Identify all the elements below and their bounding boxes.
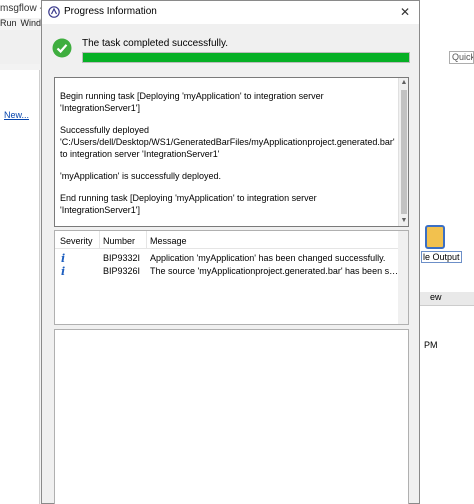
messages-scrollbar[interactable] — [398, 231, 408, 324]
column-divider — [146, 231, 147, 249]
log-gap — [60, 114, 395, 124]
ide-left-panel: New... — [0, 70, 40, 504]
scroll-up-icon[interactable]: ▲ — [400, 78, 408, 88]
details-pane — [54, 329, 409, 504]
dialog-titlebar: Progress Information ✕ — [42, 1, 419, 24]
log-textarea[interactable]: Begin running task [Deploying 'myApplica… — [54, 77, 409, 227]
app-icon — [48, 6, 60, 18]
scroll-down-icon[interactable]: ▼ — [400, 216, 408, 226]
output-button[interactable]: le Output — [421, 225, 473, 265]
status-text: The task completed successfully. — [82, 38, 228, 49]
log-line: 'myApplication' is successfully deployed… — [60, 171, 222, 181]
column-severity[interactable]: Severity — [60, 236, 93, 246]
log-gap — [60, 182, 395, 192]
close-icon[interactable]: ✕ — [395, 3, 415, 21]
progress-dialog: Progress Information ✕ The task complete… — [41, 0, 420, 504]
progress-fill — [83, 53, 409, 62]
time-fragment: PM — [424, 340, 438, 350]
output-icon — [425, 225, 445, 249]
log-scrollbar[interactable]: ▲ ▼ — [398, 78, 408, 226]
log-line: Successfully deployed 'C:/Users/dell/Des… — [60, 125, 398, 159]
view-tab[interactable]: ew — [420, 292, 474, 306]
ide-left-toolbar — [0, 30, 40, 64]
info-icon: i — [61, 265, 66, 278]
output-button-label: le Output — [421, 251, 462, 263]
log-content: Begin running task [Deploying 'myApplica… — [55, 78, 399, 226]
table-row[interactable]: i BIP9332I Application 'myApplication' h… — [55, 252, 400, 266]
check-icon — [52, 38, 72, 58]
quick-access-input[interactable]: Quick — [449, 51, 474, 64]
dialog-title: Progress Information — [64, 6, 157, 17]
messages-table: Severity Number Message i BIP9332I Appli… — [54, 230, 409, 325]
info-icon: i — [61, 252, 66, 265]
message-text: Application 'myApplication' has been cha… — [150, 253, 386, 263]
log-line: Begin running task [Deploying 'myApplica… — [60, 91, 327, 113]
message-text: The source 'myApplicationproject.generat… — [150, 266, 399, 276]
status-area: The task completed successfully. — [42, 24, 419, 76]
progress-bar — [82, 52, 410, 63]
log-gap — [60, 160, 395, 170]
message-number: BIP9326I — [103, 266, 141, 276]
table-row[interactable]: i BIP9326I The source 'myApplicationproj… — [55, 265, 400, 279]
log-scroll-thumb[interactable] — [401, 90, 407, 214]
column-number[interactable]: Number — [103, 236, 135, 246]
ide-window-title: msgflow - — [0, 3, 43, 14]
message-number: BIP9332I — [103, 253, 141, 263]
column-divider — [99, 231, 100, 249]
column-message[interactable]: Message — [150, 236, 187, 246]
log-line: End running task [Deploying 'myApplicati… — [60, 193, 320, 215]
new-link[interactable]: New... — [4, 110, 29, 120]
menu-run[interactable]: Run — [0, 18, 17, 28]
menu-window[interactable]: Wind — [21, 18, 42, 28]
ide-menubar: Run Wind — [0, 18, 42, 30]
messages-table-header: Severity Number Message — [55, 231, 400, 249]
